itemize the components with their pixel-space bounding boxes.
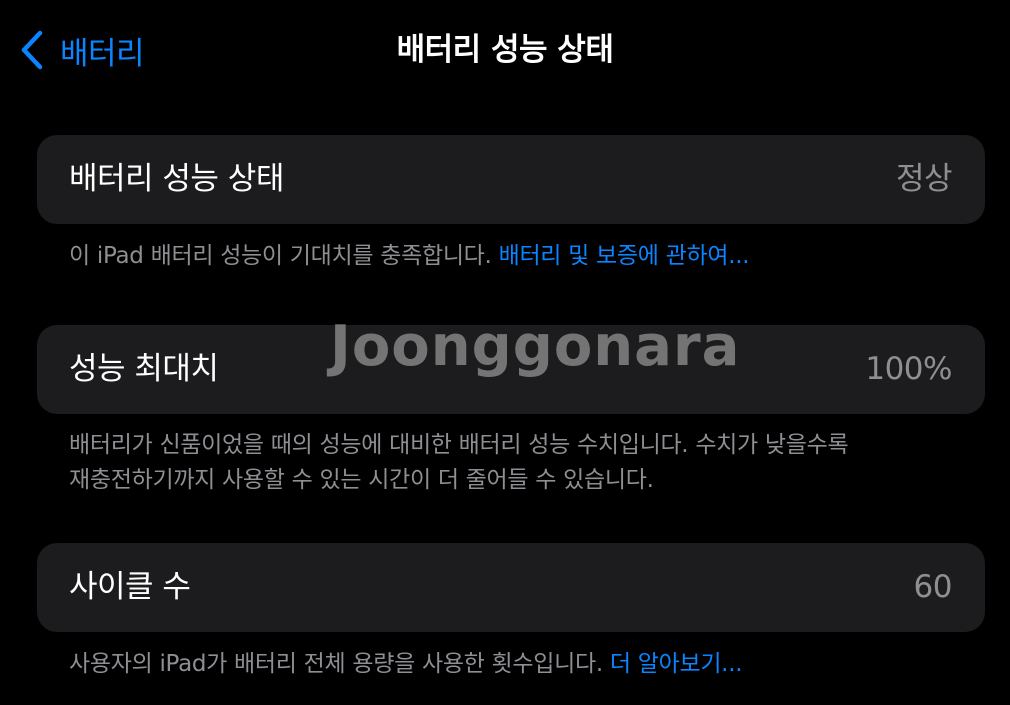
cycle-count-value: 60	[913, 569, 953, 605]
battery-warranty-link[interactable]: 배터리 및 보증에 관하여...	[499, 243, 750, 269]
maximum-capacity-footnote: 배터리가 신품이었을 때의 성능에 대비한 배터리 성능 수치입니다. 수치가 …	[69, 428, 969, 498]
battery-health-value: 정상	[895, 161, 953, 197]
battery-health-row: 배터리 성능 상태 정상	[37, 135, 985, 224]
cycle-count-label: 사이클 수	[69, 569, 191, 605]
battery-health-footnote-text: 이 iPad 배터리 성능이 기대치를 충족합니다.	[69, 243, 492, 269]
navigation-bar: 배터리 배터리 성능 상태	[0, 0, 1010, 100]
maximum-capacity-row: 성능 최대치 100%	[37, 325, 985, 414]
maximum-capacity-footnote-line2: 재충전하기까지 사용할 수 있는 시간이 더 줄어들 수 있습니다.	[69, 467, 654, 493]
maximum-capacity-footnote-line1: 배터리가 신품이었을 때의 성능에 대비한 배터리 성능 수치입니다. 수치가 …	[69, 432, 849, 458]
cycle-count-footnote: 사용자의 iPad가 배터리 전체 용량을 사용한 횟수입니다. 더 알아보기.…	[69, 647, 969, 682]
maximum-capacity-label: 성능 최대치	[69, 351, 219, 387]
cycle-count-footnote-text: 사용자의 iPad가 배터리 전체 용량을 사용한 횟수입니다.	[69, 651, 603, 677]
learn-more-link[interactable]: 더 알아보기...	[610, 651, 743, 677]
maximum-capacity-value: 100%	[865, 351, 952, 387]
page-title: 배터리 성능 상태	[396, 32, 614, 68]
battery-health-label: 배터리 성능 상태	[69, 161, 284, 197]
battery-health-footnote: 이 iPad 배터리 성능이 기대치를 충족합니다. 배터리 및 보증에 관하여…	[69, 239, 969, 274]
cycle-count-row: 사이클 수 60	[37, 543, 985, 632]
